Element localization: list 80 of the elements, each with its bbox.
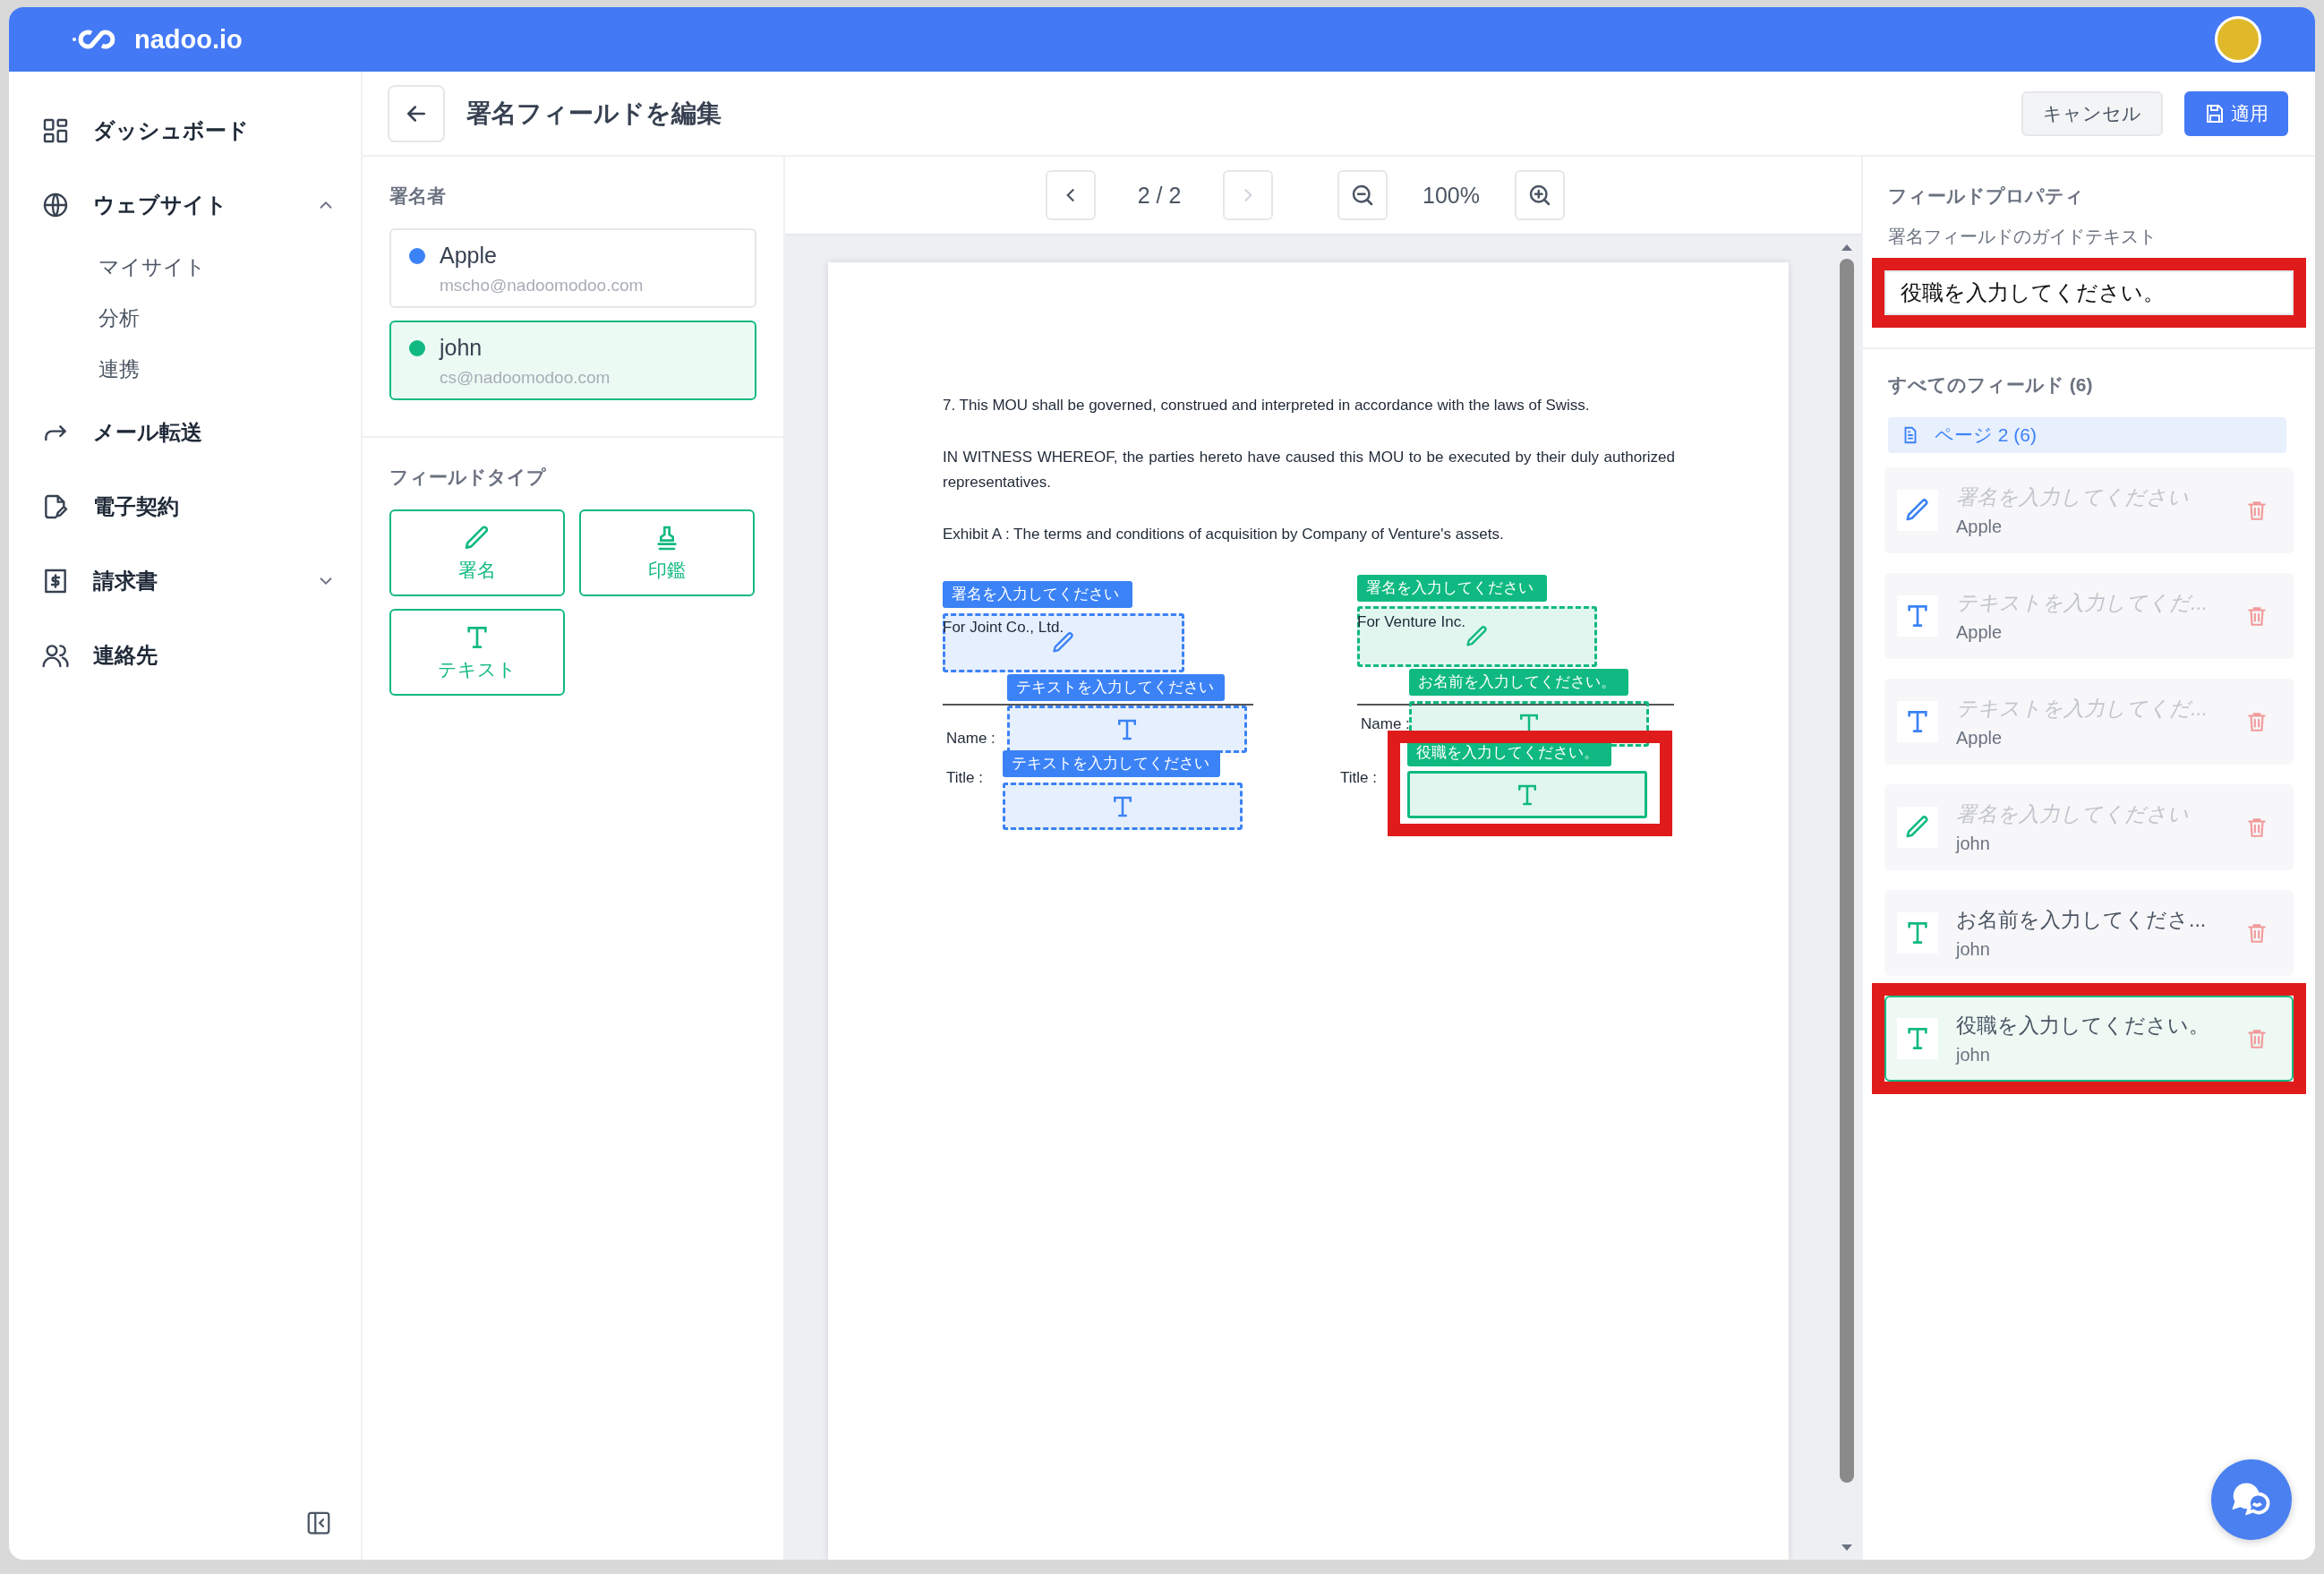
text-field[interactable]	[1007, 706, 1247, 753]
save-icon	[2204, 102, 2226, 124]
field-signer: Apple	[1956, 517, 2004, 537]
title-label: Title :	[1340, 769, 1377, 787]
nav-label: ウェブサイト	[93, 191, 228, 218]
back-button[interactable]	[388, 84, 445, 142]
section-heading: フィールドプロパティ	[1887, 184, 2085, 208]
signer-name: Apple	[440, 243, 497, 269]
signer-email: cs@nadoomodoo.com	[440, 368, 611, 388]
company-name: For Venture Inc.	[1357, 613, 1465, 631]
field-signer: john	[1956, 939, 1991, 960]
nav-subitem[interactable]: マイサイト	[41, 242, 336, 293]
zoom-level: 100%	[1422, 182, 1481, 209]
field-list-item[interactable]: お名前を入力してくださ... john	[1884, 890, 2294, 976]
field-label: 署名を入力してください	[1357, 575, 1547, 602]
signer-name: john	[440, 335, 483, 361]
nav-item[interactable]: ダッシュボード	[41, 93, 336, 167]
guide-text-input[interactable]: 役職を入力してください。	[1884, 270, 2294, 315]
page-title: 署名フィールドを編集	[466, 98, 722, 129]
section-heading: 署名者	[389, 184, 447, 208]
section-heading: フィールドタイプ	[389, 466, 547, 489]
document-paragraph: Exhibit A : The terms and conditions of acquisition by Company of Venture's assets.	[943, 525, 1505, 544]
field-label: 署名フィールドのガイドテキスト	[1887, 226, 2157, 248]
nav-label: 連絡先	[93, 641, 158, 669]
text-field[interactable]	[1407, 771, 1647, 818]
field-guide-text: 役職を入力してください。	[1956, 1013, 2210, 1039]
nav-label: 請求書	[93, 567, 158, 595]
nav-subitem[interactable]: 連携	[41, 344, 336, 395]
field-signer: Apple	[1956, 622, 2004, 643]
scroll-thumb[interactable]	[1840, 259, 1854, 1483]
user-avatar[interactable]	[2215, 16, 2261, 63]
name-label: Name :	[1361, 715, 1410, 733]
brand-name: nadoo.io	[134, 24, 243, 55]
field-label: テキストを入力してください	[1003, 750, 1220, 777]
trash-icon[interactable]	[2245, 499, 2268, 522]
page-indicator: 2 / 2	[1136, 182, 1183, 209]
nav-subitem[interactable]: 分析	[41, 293, 336, 344]
signer-card[interactable]: Apple mscho@nadoomodoo.com	[389, 228, 756, 308]
trash-icon[interactable]	[2245, 816, 2268, 839]
nav-item[interactable]: メール転送	[41, 395, 336, 469]
scroll-up-icon[interactable]	[1841, 243, 1853, 252]
company-name: For Joint Co., Ltd.	[943, 619, 1064, 637]
trash-icon[interactable]	[2245, 921, 2268, 945]
title-label: Title :	[946, 769, 983, 787]
trash-icon[interactable]	[2245, 604, 2268, 628]
field-list-item[interactable]: 役職を入力してください。 john	[1884, 996, 2294, 1082]
nav-item[interactable]: 連絡先	[41, 618, 336, 692]
name-label: Name :	[946, 730, 995, 748]
field-label: テキストを入力してください	[1007, 674, 1225, 701]
field-signer: john	[1956, 834, 1991, 854]
field-signer: Apple	[1956, 728, 2004, 749]
pencil-icon	[1465, 624, 1490, 649]
nav-item[interactable]: ウェブサイト	[41, 167, 336, 242]
field-guide-text: お名前を入力してくださ...	[1956, 907, 2208, 933]
apply-button[interactable]: 適用	[2184, 90, 2288, 136]
nav-item[interactable]: 請求書	[41, 543, 336, 618]
trash-icon[interactable]	[2245, 1027, 2268, 1050]
nav-item[interactable]: 電子契約	[41, 469, 336, 543]
field-label: お名前を入力してください。	[1409, 669, 1628, 696]
zoom-in-button[interactable]	[1515, 170, 1565, 220]
signature-field[interactable]	[943, 613, 1184, 672]
document-paragraph: IN WITNESS WHEREOF, the parties hereto have caused this MOU to be executed by their duly authorized representatives.	[943, 448, 1675, 492]
section-heading: すべてのフィールド (6)	[1887, 373, 2094, 397]
cancel-button[interactable]: キャンセル	[2021, 90, 2163, 136]
signer-card[interactable]: john cs@nadoomodoo.com	[389, 321, 756, 400]
scroll-down-icon[interactable]	[1841, 1544, 1853, 1553]
field-label: 署名を入力してください	[943, 581, 1132, 608]
chat-button[interactable]	[2211, 1459, 2292, 1540]
nav-label: 電子契約	[93, 492, 180, 520]
zoom-out-button[interactable]	[1337, 170, 1388, 220]
nav-label: メール転送	[93, 418, 203, 446]
pencil-icon	[1051, 630, 1076, 655]
collapse-sidebar-icon[interactable]	[305, 1510, 332, 1536]
signature-field[interactable]	[1357, 606, 1597, 667]
signer-email: mscho@nadoomodoo.com	[440, 276, 645, 295]
trash-icon[interactable]	[2245, 710, 2268, 733]
document-paragraph: 7. This MOU shall be governed, construed and interpreted in accordance with the laws of Swiss.	[943, 396, 1591, 415]
nav-label: ダッシュボード	[93, 116, 250, 144]
text-field[interactable]	[1003, 783, 1243, 830]
field-signer: john	[1956, 1045, 1991, 1065]
